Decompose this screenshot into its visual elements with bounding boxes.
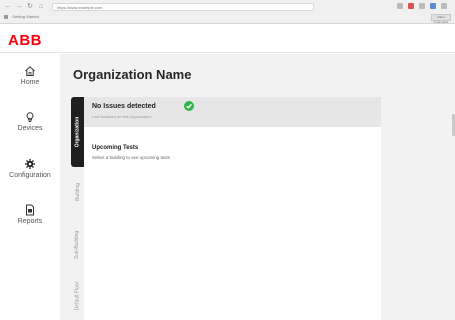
sidebar-item-label: Configuration — [9, 172, 51, 179]
other-bookmarks[interactable]: Other bookmarks — [431, 14, 451, 24]
sidebar-item-configuration[interactable]: Configuration — [0, 158, 60, 179]
tab-default-floor[interactable]: Default Floor — [71, 272, 84, 320]
forward-icon[interactable]: → — [15, 3, 23, 11]
url-text: https://www.example.com — [57, 5, 103, 10]
sidebar-item-label: Reports — [17, 218, 43, 225]
download-icon[interactable] — [419, 3, 425, 9]
tab-label: Organization — [74, 116, 81, 148]
profile-icon[interactable] — [430, 3, 436, 9]
address-bar[interactable]: https://www.example.com — [52, 3, 314, 11]
tab-label: Building — [74, 183, 81, 201]
reload-icon[interactable]: ↻ — [26, 3, 34, 11]
status-title: No Issues detected — [92, 103, 156, 110]
upcoming-tests-subtitle: Select a building to see upcoming tests — [92, 155, 171, 160]
status-row[interactable]: No Issues detected Last scanned on this … — [84, 97, 381, 127]
sidebar-item-label: Home — [20, 79, 40, 86]
gear-icon — [25, 159, 35, 169]
lightbulb-icon — [26, 112, 34, 122]
back-icon[interactable]: ← — [4, 3, 12, 11]
tab-label: Default Floor — [74, 281, 81, 311]
home-browser-icon[interactable]: ⌂ — [37, 3, 45, 11]
bookmark-bar: Getting Started — [4, 14, 39, 19]
upcoming-tests-title: Upcoming Tests — [92, 145, 139, 151]
browser-toolbar-icons — [397, 3, 447, 9]
sidebar-item-home[interactable]: Home — [0, 65, 60, 86]
browser-toolbar: ← → ↻ ⌂ https://www.example.com Getting … — [0, 0, 455, 24]
abb-logo[interactable]: ABB — [8, 33, 42, 48]
menu-icon[interactable] — [441, 3, 447, 9]
browser-nav-buttons: ← → ↻ ⌂ — [4, 3, 45, 11]
page-title: Organization Name — [73, 67, 192, 82]
tab-sub-building[interactable]: Sub-Building — [71, 217, 84, 272]
check-circle-icon — [184, 101, 194, 111]
sidebar-item-label: Devices — [17, 125, 43, 132]
sidebar-item-reports[interactable]: Reports — [0, 204, 60, 225]
sidebar: Home Devices Configuration Reports — [0, 54, 60, 320]
tab-building[interactable]: Building — [71, 167, 84, 217]
extension-icon[interactable] — [408, 3, 414, 9]
main-content: Organization Name Organization Building … — [60, 54, 455, 320]
document-icon — [26, 204, 34, 216]
bookmark-label[interactable]: Getting Started — [12, 14, 39, 19]
sidebar-item-devices[interactable]: Devices — [0, 111, 60, 132]
tab-organization[interactable]: Organization — [71, 97, 84, 167]
tab-label: Sub-Building — [74, 230, 81, 259]
bookmark-icon — [4, 14, 8, 19]
status-subtitle: Last scanned on this organization — [92, 114, 152, 119]
vertical-tabs: Organization Building Sub-Building Defau… — [71, 97, 84, 320]
bookmark-star-icon[interactable] — [397, 3, 403, 9]
app-header: ABB — [0, 25, 455, 53]
home-icon — [25, 66, 35, 76]
organization-panel: No Issues detected Last scanned on this … — [84, 97, 381, 320]
